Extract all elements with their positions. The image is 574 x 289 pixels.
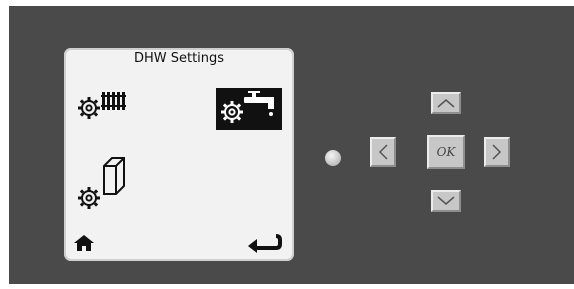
menu-item-tank[interactable] <box>74 148 144 216</box>
ok-button[interactable]: OK <box>427 135 465 169</box>
chevron-up-icon <box>437 99 455 108</box>
ok-button-label: OK <box>436 145 456 159</box>
chevron-down-icon <box>437 196 455 205</box>
gear-tap-icon <box>221 91 274 123</box>
gear-tank-icon <box>78 157 125 209</box>
status-led <box>325 150 341 166</box>
chevron-left-icon <box>378 144 388 160</box>
screen-title: DHW Settings <box>133 51 225 66</box>
home-icon[interactable] <box>73 234 95 252</box>
left-button[interactable] <box>370 137 396 167</box>
down-button[interactable] <box>431 190 461 212</box>
right-button[interactable] <box>484 137 510 167</box>
up-button[interactable] <box>431 92 461 114</box>
control-panel: DHW Settings OK <box>9 6 574 284</box>
menu-item-dhw-tap[interactable] <box>216 88 282 130</box>
display-screen: DHW Settings <box>64 48 294 261</box>
menu-item-heating[interactable] <box>74 88 144 122</box>
gear-radiator-icon <box>78 92 126 119</box>
back-arrow-icon[interactable] <box>246 232 282 254</box>
chevron-right-icon <box>492 144 502 160</box>
